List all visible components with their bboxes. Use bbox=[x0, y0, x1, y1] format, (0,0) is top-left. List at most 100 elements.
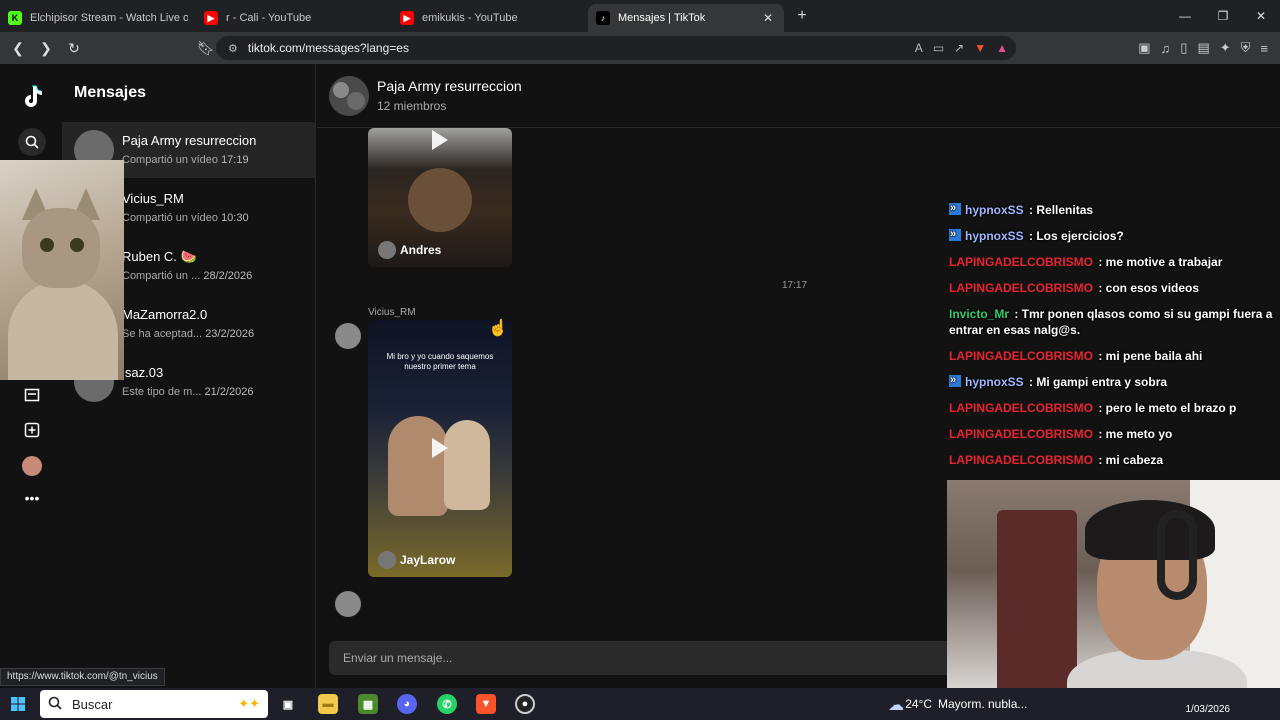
close-window-icon[interactable]: ✕ bbox=[1242, 0, 1280, 32]
youtube-icon: ▶ bbox=[204, 11, 218, 25]
message-timestamp: 17:17 bbox=[782, 280, 808, 291]
group-avatar[interactable] bbox=[329, 76, 369, 116]
bookmark-icon[interactable]: 🔖︎ bbox=[194, 36, 218, 60]
chat-text: : mi pene baila ahi bbox=[1095, 349, 1203, 363]
extensions-icon[interactable]: ✦ bbox=[1220, 40, 1231, 56]
discord-icon[interactable]: ◕ bbox=[397, 694, 417, 714]
share-icon[interactable]: ↗ bbox=[954, 41, 964, 55]
tab-title: emikukis - YouTube bbox=[422, 12, 518, 24]
search-icon bbox=[48, 696, 62, 713]
shared-video-card[interactable]: Mi bro y yo cuando saquemos nuestro prim… bbox=[368, 320, 512, 577]
tab-title: r - Cali - YouTube bbox=[226, 12, 312, 24]
chat-message: hypnoxSS : Rellenitas bbox=[947, 197, 1277, 223]
play-icon[interactable] bbox=[432, 438, 448, 458]
chat-username: hypnoxSS bbox=[965, 229, 1024, 243]
minecraft-icon[interactable]: ▦ bbox=[358, 694, 378, 714]
file-explorer-icon[interactable]: ▬ bbox=[318, 694, 338, 714]
search-icon[interactable] bbox=[18, 128, 46, 156]
weather-text[interactable]: Mayorm. nubla... bbox=[938, 697, 1030, 711]
chat-text: : me motive a trabajar bbox=[1095, 255, 1223, 269]
play-icon[interactable] bbox=[432, 130, 448, 150]
taskbar-search[interactable]: Buscar ✦✦ bbox=[40, 690, 268, 718]
install-icon[interactable]: ▭ bbox=[933, 41, 944, 55]
chat-username: LAPINGADELCOBRISMO bbox=[949, 281, 1093, 295]
browser-tab-strip: K Elchipisor Stream - Watch Live on ▶ r … bbox=[0, 0, 1280, 32]
chat-username: LAPINGADELCOBRISMO bbox=[949, 349, 1093, 363]
chat-message: LAPINGADELCOBRISMO : me meto yo bbox=[947, 421, 1277, 447]
address-bar[interactable]: ⚙ tiktok.com/messages?lang=es A ▭ ↗ ▼ ▲ bbox=[216, 36, 1016, 60]
chat-text: : pero le meto el brazo p bbox=[1095, 401, 1237, 415]
tiktok-icon: ♪ bbox=[596, 11, 610, 25]
chat-message: LAPINGADELCOBRISMO : me motive a trabaja… bbox=[947, 249, 1277, 275]
conversation-preview: Se ha aceptad... 23/2/2026 bbox=[122, 328, 255, 340]
reload-icon[interactable]: ↻ bbox=[62, 36, 86, 60]
video-author: JayLarow bbox=[378, 551, 455, 569]
restore-icon[interactable]: ❐ bbox=[1204, 0, 1242, 32]
clock-date[interactable]: 1/03/2026 bbox=[1186, 704, 1231, 715]
group-name[interactable]: Paja Army resurreccion bbox=[377, 78, 522, 94]
tab-youtube-emikukis[interactable]: ▶ emikukis - YouTube bbox=[392, 4, 588, 32]
sidebar-icon[interactable]: ▯ bbox=[1180, 40, 1187, 56]
cat-webcam-overlay bbox=[0, 160, 124, 380]
windows-start-icon[interactable] bbox=[0, 688, 36, 720]
url-text: tiktok.com/messages?lang=es bbox=[247, 41, 409, 55]
conversation-preview: Este tipo de m... 21/2/2026 bbox=[122, 386, 254, 398]
chat-text: : con esos videos bbox=[1095, 281, 1200, 295]
mouse-cursor-icon: ☝ bbox=[488, 320, 508, 337]
brave-rewards-icon[interactable]: ▲ bbox=[996, 41, 1008, 55]
upload-icon[interactable] bbox=[18, 416, 46, 444]
message-input[interactable]: Enviar un mensaje... bbox=[329, 641, 969, 675]
brave-shields-icon[interactable]: ▼ bbox=[974, 41, 986, 55]
stream-chat-overlay: hypnoxSS : Rellenitas hypnoxSS : Los eje… bbox=[947, 197, 1277, 473]
message-sender: Vicius_RM bbox=[368, 307, 416, 318]
kick-icon: K bbox=[8, 11, 22, 25]
vpn-icon[interactable]: ⛨ bbox=[1241, 40, 1251, 56]
browser-toolbar: ❮ ❯ ↻ 🔖︎ ⚙ tiktok.com/messages?lang=es A… bbox=[0, 32, 1280, 64]
chat-message: hypnoxSS : Mi gampi entra y sobra bbox=[947, 369, 1277, 395]
tiktok-logo-icon[interactable] bbox=[18, 82, 46, 110]
profile-avatar[interactable] bbox=[18, 452, 46, 480]
weather-icon[interactable]: ☁ bbox=[888, 695, 904, 715]
link-status-bar: https://www.tiktok.com/@tn_vicius bbox=[0, 668, 165, 686]
wallet-icon[interactable]: ▤ bbox=[1197, 40, 1209, 56]
music-icon[interactable]: ♫ bbox=[1161, 41, 1171, 56]
forward-icon[interactable]: ❯ bbox=[34, 36, 58, 60]
shared-video-card[interactable]: Andres bbox=[368, 128, 512, 267]
site-info-icon[interactable]: ⚙ bbox=[228, 42, 238, 55]
chat-username: LAPINGADELCOBRISMO bbox=[949, 401, 1093, 415]
chat-header: Paja Army resurreccion 12 miembros bbox=[317, 64, 1280, 128]
new-tab-button[interactable]: + bbox=[788, 7, 816, 25]
prime-badge-icon bbox=[949, 226, 961, 242]
chat-message: hypnoxSS : Los ejercicios? bbox=[947, 223, 1277, 249]
more-icon[interactable]: ••• bbox=[18, 484, 46, 512]
search-label: Buscar bbox=[72, 696, 113, 712]
task-view-icon[interactable]: ▣ bbox=[278, 694, 298, 714]
chat-username: LAPINGADELCOBRISMO bbox=[949, 453, 1093, 467]
chat-username: LAPINGADELCOBRISMO bbox=[949, 255, 1093, 269]
conversation-name: MaZamorra2.0 bbox=[122, 307, 208, 322]
inbox-icon[interactable] bbox=[18, 382, 46, 410]
back-icon[interactable]: ❮ bbox=[6, 36, 30, 60]
close-tab-icon[interactable]: ✕ bbox=[760, 11, 776, 25]
tab-kick[interactable]: K Elchipisor Stream - Watch Live on bbox=[0, 4, 196, 32]
screenshot-icon[interactable]: ▣ bbox=[1138, 40, 1150, 56]
tab-youtube-cali[interactable]: ▶ r - Cali - YouTube bbox=[196, 4, 392, 32]
whatsapp-icon[interactable]: ✆ bbox=[437, 694, 457, 714]
translate-icon[interactable]: A bbox=[915, 41, 923, 55]
conversation-preview: Compartió un vídeo 17:19 bbox=[122, 154, 249, 166]
person-graphic bbox=[388, 416, 448, 516]
conversation-name: Vicius_RM bbox=[122, 191, 184, 206]
tab-tiktok-messages[interactable]: ♪ Mensajes | TikTok ✕ bbox=[588, 4, 784, 32]
weather-temp[interactable]: 24°C bbox=[905, 697, 932, 711]
brave-browser-icon[interactable]: ▼ bbox=[476, 694, 496, 714]
chat-text: : Los ejercicios? bbox=[1025, 229, 1124, 243]
sender-avatar[interactable] bbox=[335, 591, 361, 617]
windows-taskbar: Buscar ✦✦ ▣ ▬ ▦ ◕ ✆ ▼ ● ☁ 24°C Mayorm. n… bbox=[0, 688, 1280, 720]
obs-icon[interactable]: ● bbox=[515, 694, 535, 714]
minimize-icon[interactable]: — bbox=[1166, 0, 1204, 32]
chat-text: : Mi gampi entra y sobra bbox=[1025, 375, 1168, 389]
menu-icon[interactable]: ≡ bbox=[1260, 41, 1268, 56]
sender-avatar[interactable] bbox=[335, 323, 361, 349]
conversation-name: Paja Army resurreccion bbox=[122, 133, 257, 148]
person-graphic bbox=[444, 420, 490, 510]
